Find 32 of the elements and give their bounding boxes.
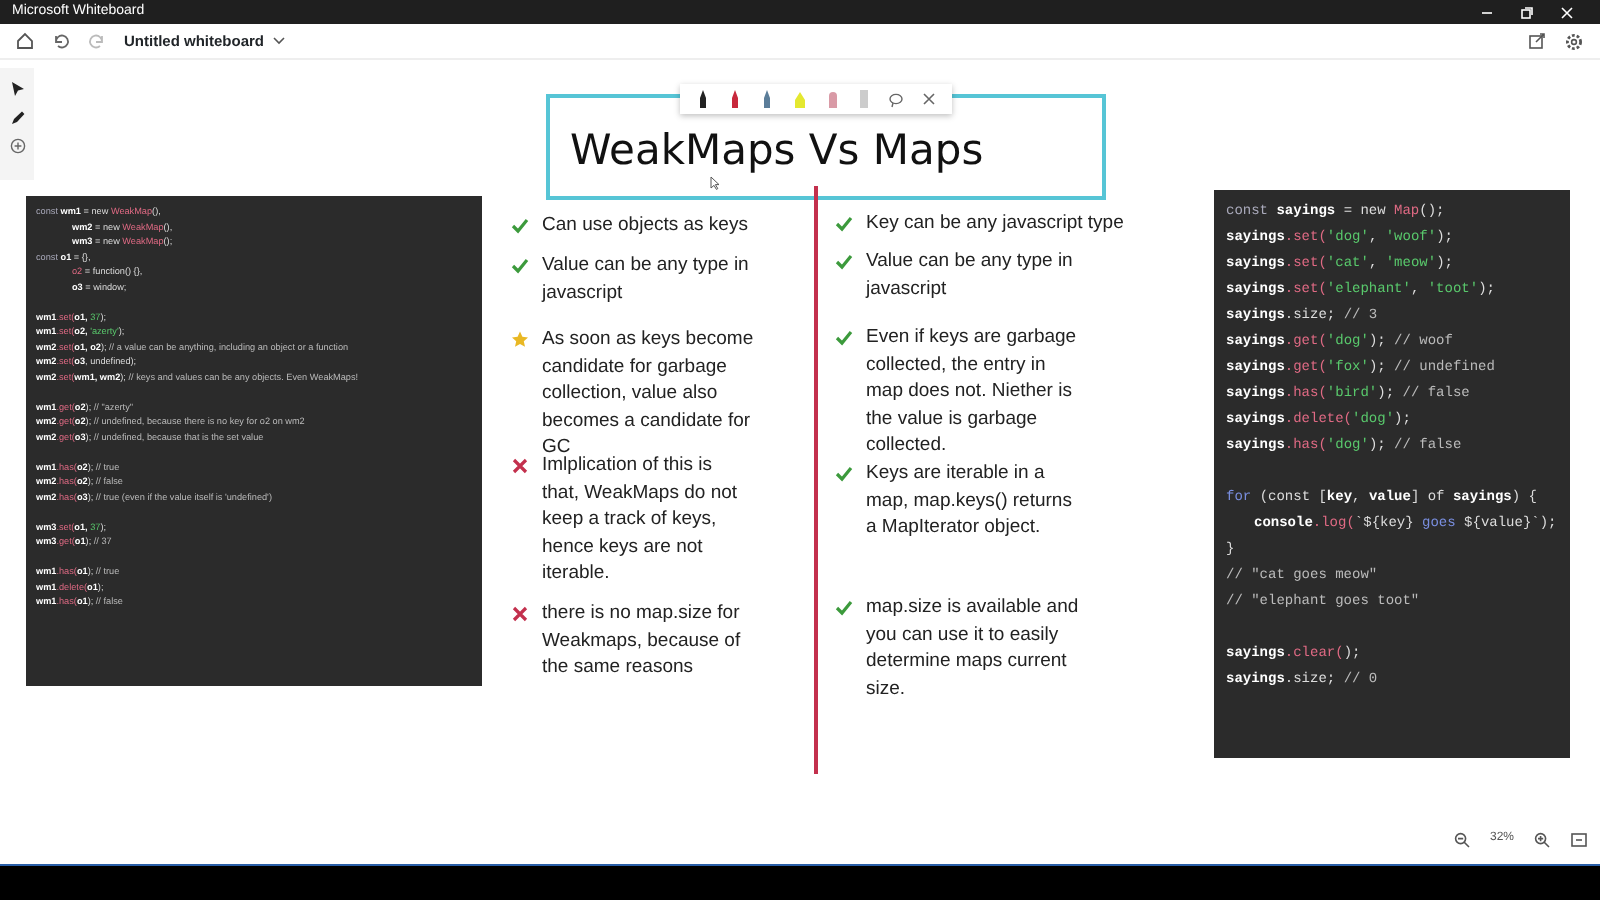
home-icon[interactable] [16, 32, 34, 50]
cursor-icon [710, 176, 720, 190]
fit-screen-icon[interactable] [1570, 831, 1588, 847]
bullet-text: Value can be any type in javascript [866, 248, 1073, 303]
lasso-icon[interactable] [888, 91, 905, 107]
bullet-text: map.size is available and you can use it to easily determine maps current size. [866, 594, 1079, 703]
pen-icon[interactable] [695, 88, 710, 110]
check-icon [834, 464, 854, 484]
share-icon[interactable] [1528, 32, 1546, 50]
bullet-text: Keys are iterable in a map, map.keys() returns a MapIterator object. [866, 460, 1072, 542]
undo-icon[interactable] [52, 32, 70, 50]
bullet-text: Key can be any javascript type [866, 210, 1124, 238]
cross-icon [510, 456, 530, 476]
caret-icon [272, 36, 286, 46]
zoom-in-icon[interactable] [1534, 831, 1550, 847]
zoom-out-icon[interactable] [1453, 831, 1470, 847]
bullet-text: Value can be any type in javascript [542, 252, 749, 307]
star-icon [510, 330, 530, 350]
select-pointer-icon[interactable] [9, 80, 25, 98]
bullet-text: Even if keys are garbage collected, the entry in map does not. Niether is the value is garbage collected. [866, 324, 1077, 460]
board-title: WeakMaps Vs Maps [570, 124, 984, 178]
restore-icon[interactable] [1519, 5, 1533, 19]
bullet-text: As soon as keys become candidate for garbage collection, value also becomes a candidate for GC [542, 326, 754, 459]
add-icon[interactable] [9, 138, 25, 154]
check-icon [834, 598, 854, 618]
check-icon [834, 328, 854, 348]
pen-icon[interactable] [9, 110, 25, 126]
settings-icon[interactable] [1564, 31, 1584, 51]
bullet-text: Can use objects as keys [542, 212, 748, 240]
bullet-text: there is no map.size for Weakmaps, because of the same reasons [542, 600, 741, 682]
cross-icon [510, 604, 530, 624]
bullet-text: Imlplication of this is that, WeakMaps do not keep a track of keys, hence keys are not iterable. [542, 453, 738, 588]
